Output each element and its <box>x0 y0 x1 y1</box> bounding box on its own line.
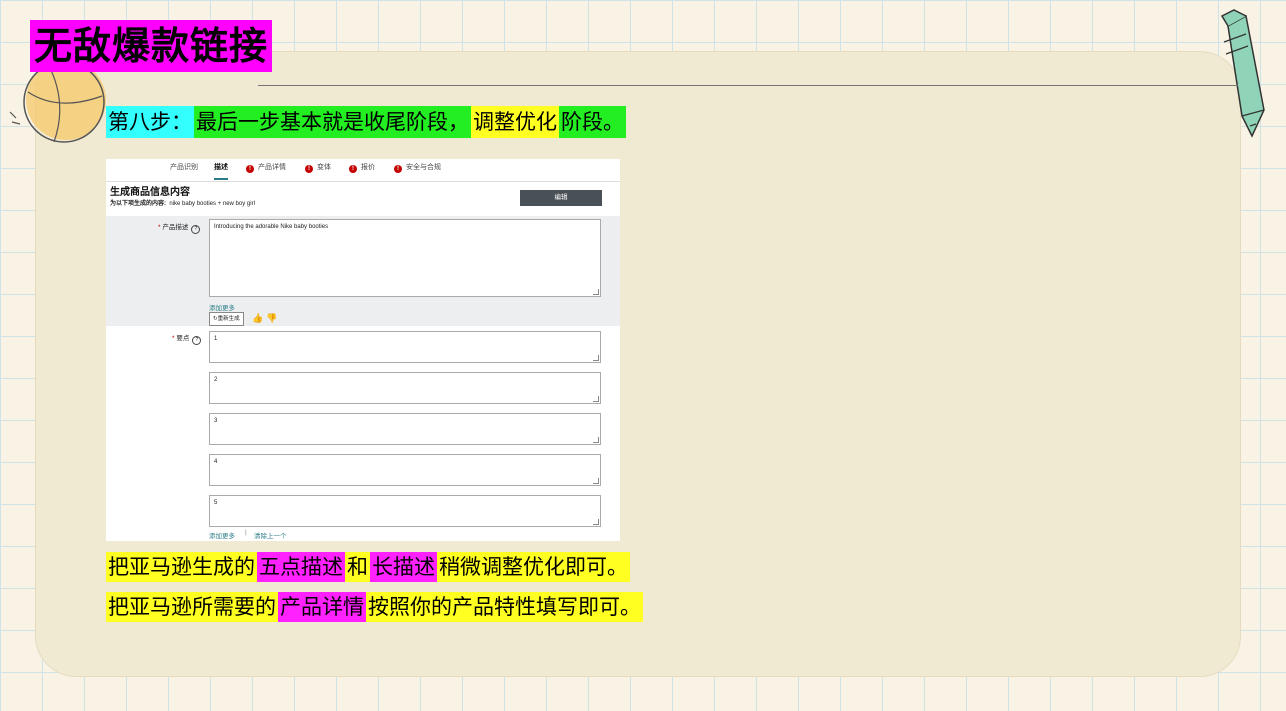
tab-bar: 产品识别 描述 ! 产品详情 ! 变体 ! 报价 ! 安全与合规 <box>106 159 620 182</box>
bullet-value: 1 <box>214 336 218 342</box>
tab-variations[interactable]: ! 变体 <box>305 162 331 178</box>
add-more-link[interactable]: 添加更多 <box>209 302 235 312</box>
regenerate-label: 重新生成 <box>217 316 240 322</box>
bullet-value: 2 <box>214 377 218 383</box>
resize-grip-icon[interactable] <box>593 396 599 402</box>
tab-offer[interactable]: ! 报价 <box>349 162 375 178</box>
bullet-textarea-2[interactable]: 2 <box>209 372 601 404</box>
bullet-value: 3 <box>214 418 218 424</box>
tab-label: 报价 <box>361 164 375 171</box>
step-heading: 第八步： 最后一步基本就是收尾阶段， 调整优化 阶段。 <box>106 106 626 138</box>
resize-grip-icon[interactable] <box>593 478 599 484</box>
instruction-line-2: 把亚马逊所需要的 产品详情 按照你的产品特性填写即可。 <box>106 592 643 622</box>
regenerate-button[interactable]: ↻重新生成 <box>209 312 244 326</box>
link-separator: | <box>245 529 247 536</box>
line1-d: 长描述 <box>370 552 437 582</box>
instruction-line-1: 把亚马逊生成的 五点描述和长描述 稍微调整优化即可。 <box>106 552 630 582</box>
step-part3: 阶段。 <box>559 106 626 138</box>
section-subtitle: 为以下项生成的内容: nike baby booties + new boy g… <box>110 198 255 207</box>
bullet-value: 5 <box>214 500 218 506</box>
pencil-doodle-icon <box>1220 9 1265 138</box>
description-textarea[interactable]: Introducing the adorable Nike baby booti… <box>209 219 601 297</box>
amazon-listing-screenshot: 产品识别 描述 ! 产品详情 ! 变体 ! 报价 ! 安全与合规 生成商品信息内容 为以… <box>106 159 620 541</box>
line1-b: 五点描述 <box>257 552 345 582</box>
page-title: 无敌爆款链接 <box>30 20 273 72</box>
tab-product-details[interactable]: ! 产品详情 <box>246 162 286 178</box>
tab-product-id[interactable]: 产品识别 <box>170 162 198 178</box>
tab-label: 描述 <box>214 164 228 171</box>
bullet-textarea-4[interactable]: 4 <box>209 454 601 486</box>
resize-grip-icon[interactable] <box>593 437 599 443</box>
thumbs-up-icon[interactable]: 👍 <box>252 313 263 323</box>
bullet-textarea-5[interactable]: 5 <box>209 495 601 527</box>
line2-a: 把亚马逊所需要的 <box>106 592 278 622</box>
subtitle-value: nike baby booties + new boy girl <box>169 201 255 207</box>
tab-label: 安全与合规 <box>406 164 441 171</box>
tab-label: 产品详情 <box>258 164 286 171</box>
bullet-textarea-1[interactable]: 1 <box>209 331 601 363</box>
thumbs-down-icon[interactable]: 👎 <box>266 313 277 323</box>
clear-last-link[interactable]: 清除上一个 <box>254 530 287 540</box>
warning-icon: ! <box>246 165 254 173</box>
tab-safety-compliance[interactable]: ! 安全与合规 <box>394 162 441 178</box>
title-divider <box>258 85 1238 86</box>
line1-c: 和 <box>345 552 370 582</box>
bullet-value: 4 <box>214 459 218 465</box>
section-title: 生成商品信息内容 <box>110 187 190 198</box>
warning-icon: ! <box>394 165 402 173</box>
help-icon[interactable]: ? <box>192 336 202 345</box>
line2-b: 产品详情 <box>278 592 366 622</box>
bullets-label: * 要点? <box>172 332 202 345</box>
edit-button[interactable]: 编辑 <box>520 190 602 206</box>
description-label: * 产品描述? <box>158 221 201 234</box>
step-part2: 调整优化 <box>471 106 559 138</box>
step-part1: 最后一步基本就是收尾阶段， <box>194 106 471 138</box>
line1-e: 稍微调整优化即可。 <box>437 552 630 582</box>
tab-description[interactable]: 描述 <box>214 162 228 180</box>
tab-label: 产品识别 <box>170 164 198 171</box>
bullet-textarea-3[interactable]: 3 <box>209 413 601 445</box>
resize-grip-icon[interactable] <box>593 519 599 525</box>
help-icon[interactable]: ? <box>191 225 201 234</box>
label-text: 要点 <box>176 335 190 342</box>
warning-icon: ! <box>349 165 357 173</box>
resize-grip-icon[interactable] <box>593 355 599 361</box>
label-text: 产品描述 <box>162 224 189 231</box>
add-more-bullets-link[interactable]: 添加更多 <box>209 530 235 540</box>
tab-label: 变体 <box>317 164 331 171</box>
warning-icon: ! <box>305 165 313 173</box>
description-value: Introducing the adorable Nike baby booti… <box>214 224 329 230</box>
step-prefix: 第八步： <box>106 106 194 138</box>
subtitle-label: 为以下项生成的内容: <box>110 201 166 207</box>
line1-a: 把亚马逊生成的 <box>106 552 257 582</box>
resize-grip-icon[interactable] <box>593 289 599 295</box>
line2-c: 按照你的产品特性填写即可。 <box>366 592 643 622</box>
